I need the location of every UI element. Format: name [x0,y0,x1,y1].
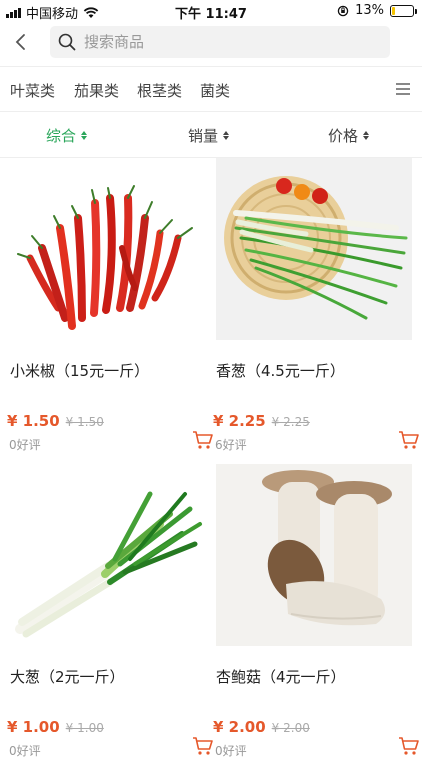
product-original-price: ¥ 1.50 [65,415,104,429]
cart-icon [399,737,419,755]
product-name[interactable]: 小米椒（15元一斤） [10,360,149,381]
add-to-cart-button[interactable] [192,430,214,450]
back-button[interactable] [8,28,36,56]
sort-price[interactable]: 价格 [328,125,370,146]
orientation-lock-icon [337,5,349,16]
product-image-scallion[interactable] [216,158,412,340]
sort-sales-label: 销量 [188,127,219,145]
product-reviews: 0好评 [215,744,247,758]
product-original-price: ¥ 2.00 [271,721,310,735]
product-price: ¥ 2.00 [213,718,266,736]
cart-icon [399,431,419,449]
sort-bar: 综合 销量 价格 [0,113,422,158]
price-row: ¥ 1.00 ¥ 1.00 [7,718,104,736]
price-row: ¥ 2.00 ¥ 2.00 [213,718,310,736]
product-image-leek[interactable] [10,464,206,646]
category-leafy[interactable]: 叶菜类 [10,80,55,101]
battery-icon [390,4,417,17]
sort-sales[interactable]: 销量 [188,125,230,146]
product-price: ¥ 2.25 [213,412,266,430]
product-card[interactable]: 香葱（4.5元一斤） ¥ 2.25 ¥ 2.25 6好评 [213,158,419,463]
product-image-mushroom[interactable] [216,464,412,646]
cart-icon [193,737,213,755]
category-bar: 叶菜类 茄果类 根茎类 菌类 [0,66,422,112]
sort-arrows-icon [81,131,88,140]
product-grid: 小米椒（15元一斤） ¥ 1.50 ¥ 1.50 0好评 香葱（4.5元一斤） … [0,158,422,758]
category-mushroom[interactable]: 菌类 [200,80,230,101]
product-card[interactable]: 小米椒（15元一斤） ¥ 1.50 ¥ 1.50 0好评 [7,158,213,463]
search-icon [58,33,76,51]
status-bar: 中国移动 下午 11:47 13% [0,0,422,22]
product-card[interactable]: 杏鲍菇（4元一斤） ¥ 2.00 ¥ 2.00 0好评 [213,464,419,769]
sort-price-label: 价格 [328,127,359,145]
product-original-price: ¥ 2.25 [271,415,310,429]
product-price: ¥ 1.50 [7,412,60,430]
add-to-cart-button[interactable] [192,736,214,756]
price-row: ¥ 1.50 ¥ 1.50 [7,412,104,430]
product-image-chili[interactable] [10,158,206,340]
product-reviews: 6好评 [215,438,247,452]
add-to-cart-button[interactable] [398,430,420,450]
product-price: ¥ 1.00 [7,718,60,736]
battery-percent: 13% [355,3,384,18]
add-to-cart-button[interactable] [398,736,420,756]
sort-arrows-icon [223,131,230,140]
status-right: 13% [337,3,417,18]
search-box[interactable] [50,26,390,58]
price-row: ¥ 2.25 ¥ 2.25 [213,412,310,430]
category-root[interactable]: 根茎类 [137,80,182,101]
sort-comprehensive[interactable]: 综合 [46,125,88,146]
product-original-price: ¥ 1.00 [65,721,104,735]
search-header [0,22,422,64]
sort-comprehensive-label: 综合 [46,127,77,145]
cart-icon [193,431,213,449]
category-solanaceous[interactable]: 茄果类 [74,80,119,101]
sort-arrows-icon [363,131,370,140]
chevron-left-icon [15,34,25,50]
product-name[interactable]: 杏鲍菇（4元一斤） [216,666,346,687]
product-name[interactable]: 香葱（4.5元一斤） [216,360,345,381]
product-reviews: 0好评 [9,744,41,758]
menu-icon[interactable] [396,83,410,95]
product-reviews: 0好评 [9,438,41,452]
product-card[interactable]: 大葱（2元一斤） ¥ 1.00 ¥ 1.00 0好评 [7,464,213,769]
search-input[interactable] [84,33,364,51]
product-name[interactable]: 大葱（2元一斤） [10,666,125,687]
